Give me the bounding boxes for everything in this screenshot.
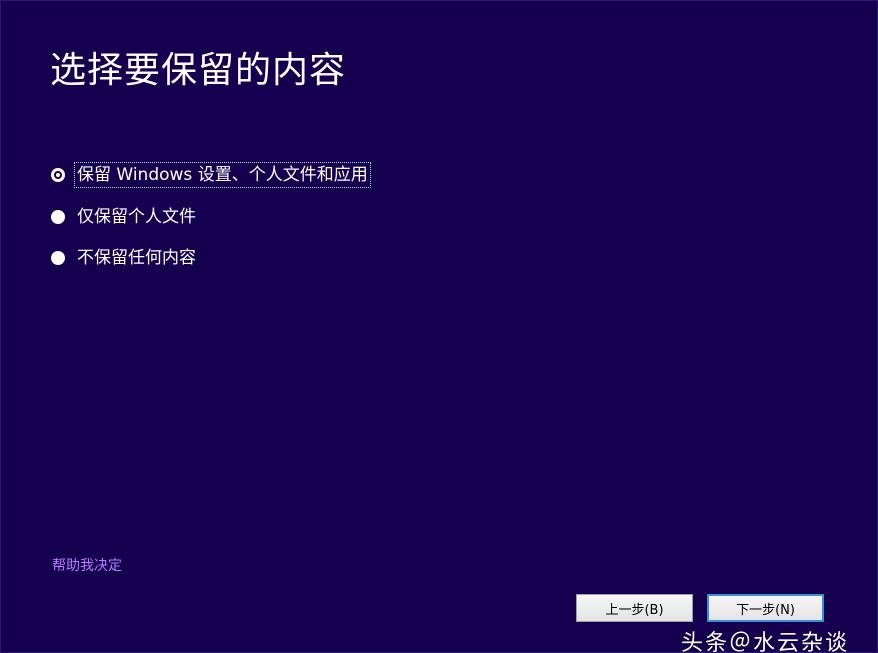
radio-icon[interactable]: [51, 251, 65, 265]
option-label[interactable]: 保留 Windows 设置、个人文件和应用: [74, 162, 371, 188]
setup-window: 选择要保留的内容 保留 Windows 设置、个人文件和应用 仅保留个人文件 不…: [0, 0, 878, 653]
radio-icon[interactable]: [51, 209, 65, 224]
option-keep-everything[interactable]: 保留 Windows 设置、个人文件和应用: [51, 161, 371, 189]
radio-selected-icon[interactable]: [51, 168, 65, 182]
back-button[interactable]: 上一步(B): [576, 594, 693, 622]
next-button[interactable]: 下一步(N): [707, 594, 824, 622]
option-keep-nothing[interactable]: 不保留任何内容: [51, 244, 370, 272]
option-label[interactable]: 不保留任何内容: [75, 246, 198, 270]
keep-options-group: 保留 Windows 设置、个人文件和应用 仅保留个人文件 不保留任何内容: [51, 161, 371, 286]
option-label[interactable]: 仅保留个人文件: [75, 205, 198, 229]
watermark-text: 头条＠水云杂谈: [681, 631, 850, 653]
page-title: 选择要保留的内容: [50, 50, 347, 91]
help-me-decide-link[interactable]: 帮助我决定: [52, 555, 122, 575]
option-keep-personal-files[interactable]: 仅保留个人文件: [51, 203, 370, 231]
